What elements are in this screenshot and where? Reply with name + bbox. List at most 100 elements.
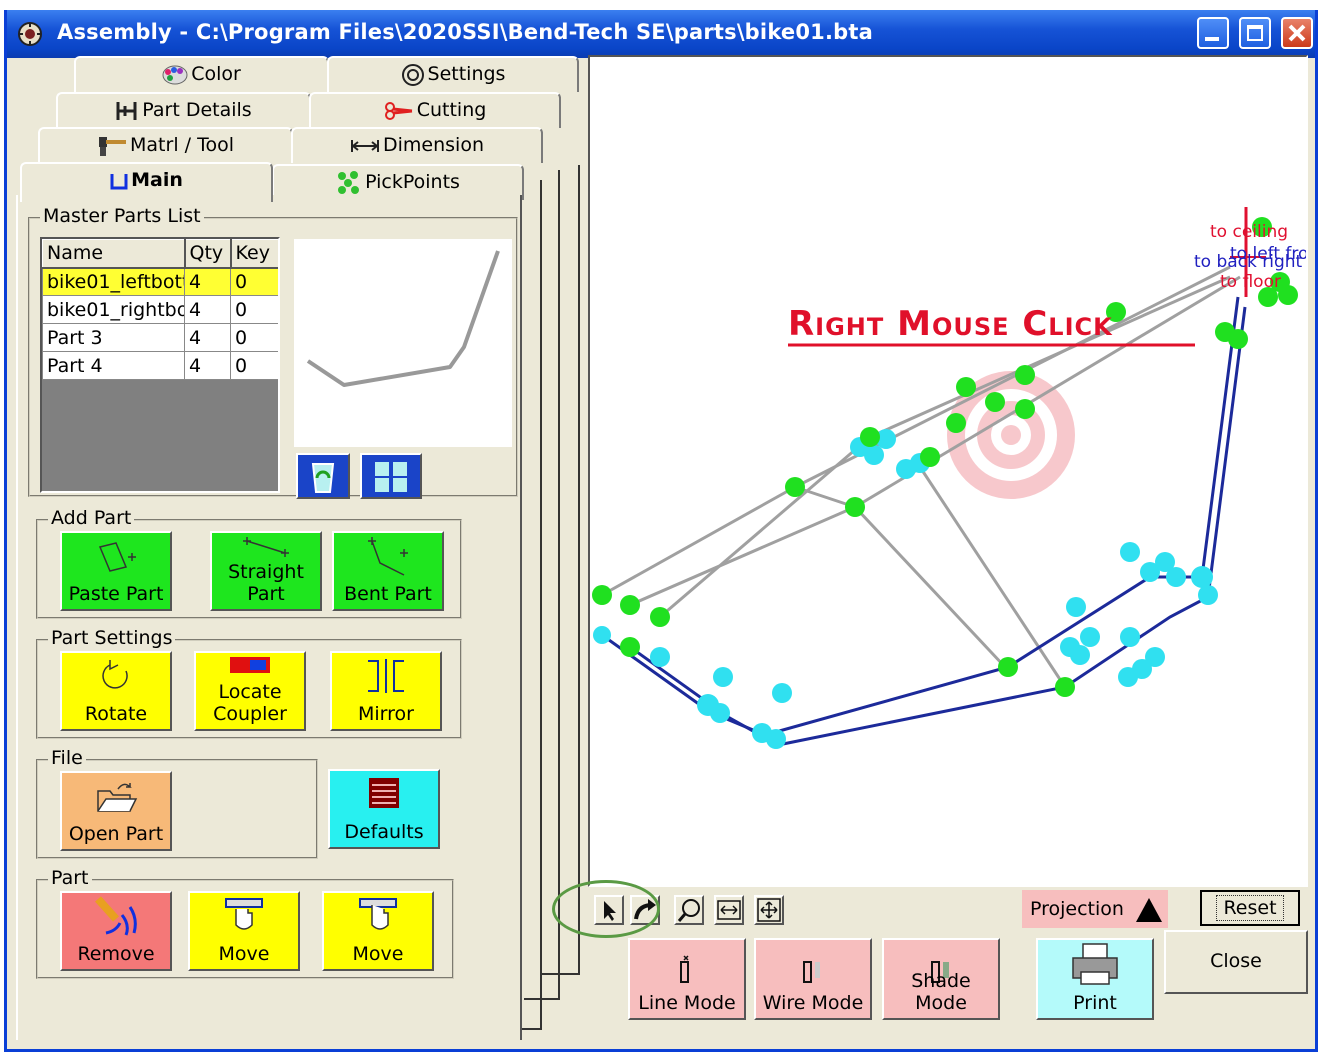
tab-matrl-tool-label: Matrl / Tool xyxy=(130,134,234,156)
shade-mode-button[interactable]: Shade Mode xyxy=(882,938,1000,1020)
tab-settings-label: Settings xyxy=(427,63,506,85)
fit-width-button[interactable] xyxy=(714,895,744,925)
close-label: Close xyxy=(1210,950,1262,972)
print-label: Print xyxy=(1073,992,1117,1014)
print-button[interactable]: Print xyxy=(1036,938,1154,1020)
part-qty-cell: 4 xyxy=(184,267,231,296)
recycle-bin-icon xyxy=(311,463,335,493)
paste-part-button[interactable]: Paste Part xyxy=(60,531,172,611)
coupler-icon xyxy=(230,657,270,673)
tab-part-details[interactable]: Part Details xyxy=(56,92,311,128)
wire-mode-label: Wire Mode xyxy=(762,992,864,1014)
tab-dimension-label: Dimension xyxy=(383,134,484,156)
part-preview xyxy=(294,239,512,447)
wire-mode-icon xyxy=(803,961,820,983)
printer-icon xyxy=(1072,943,1118,985)
reset-button[interactable]: Reset xyxy=(1200,890,1300,926)
tab-color[interactable]: Color xyxy=(74,56,329,92)
tab-main-label: Main xyxy=(131,169,183,191)
move-label-1: Move xyxy=(218,943,270,965)
part-key-cell: 0 xyxy=(230,295,278,324)
mirror-button[interactable]: Mirror xyxy=(330,651,442,731)
open-part-button[interactable]: Open Part xyxy=(60,771,172,851)
wire-mode-button[interactable]: Wire Mode xyxy=(754,938,872,1020)
locate-coupler-button[interactable]: Locate Coupler xyxy=(194,651,306,731)
defaults-list-icon xyxy=(369,778,399,808)
move-part-button-1[interactable]: Move xyxy=(188,891,300,971)
maximize-button[interactable] xyxy=(1239,17,1271,49)
locate-label: Locate xyxy=(218,681,282,703)
rotate-button[interactable]: Rotate xyxy=(60,651,172,731)
move-label-2: Move xyxy=(352,943,404,965)
mirror-label: Mirror xyxy=(358,703,414,725)
tab-part-details-label: Part Details xyxy=(142,99,252,121)
file-group: File Open Part xyxy=(36,747,318,859)
straight-part-icon xyxy=(243,537,289,557)
column-qty-header[interactable]: Qty xyxy=(184,239,232,269)
add-part-group: Add Part Paste Part Straight Part Bent P… xyxy=(36,507,462,619)
axis-back-right-label: to back right xyxy=(1194,252,1303,272)
part-qty-cell: 4 xyxy=(184,323,231,352)
part-preview-drawing xyxy=(306,250,500,387)
axis-floor-label: to floor xyxy=(1220,272,1281,292)
remove-part-button[interactable]: Remove xyxy=(60,891,172,971)
straight-part-button[interactable]: Straight Part xyxy=(210,531,322,611)
color-palette-icon xyxy=(162,65,188,84)
coupler-label: Coupler xyxy=(213,703,287,725)
copy-part-button[interactable] xyxy=(360,453,422,499)
close-button[interactable]: Close xyxy=(1164,930,1308,994)
tab-cutting[interactable]: Cutting xyxy=(309,92,561,128)
move-part-button-2[interactable]: Move xyxy=(322,891,434,971)
maximize-icon xyxy=(1247,25,1263,41)
part-settings-legend: Part Settings xyxy=(48,627,176,649)
open-part-label: Open Part xyxy=(68,823,164,845)
recycle-part-button[interactable] xyxy=(296,453,350,499)
column-key-header[interactable]: Key xyxy=(230,239,278,269)
projection-indicator[interactable]: Projection xyxy=(1022,890,1168,928)
parts-table: Name Qty Key bike01_leftbottc 4 0 bike01… xyxy=(42,239,278,380)
highlight-circle-annotation xyxy=(552,880,660,938)
tab-settings[interactable]: Settings xyxy=(327,56,579,92)
table-row[interactable]: Part 3 4 0 xyxy=(42,323,278,352)
title-bar[interactable]: Assembly - C:\Program Files\2020SSI\Bend… xyxy=(7,10,1315,58)
master-parts-list-group: Master Parts List Name Qty Key bike01_le… xyxy=(28,205,518,499)
close-icon xyxy=(1288,24,1306,42)
open-folder-icon xyxy=(97,783,138,812)
part-name-cell: bike01_leftbottc xyxy=(42,267,185,296)
minimize-icon xyxy=(1205,37,1219,41)
tab-pickpoints-label: PickPoints xyxy=(365,171,460,193)
column-name-header[interactable]: Name xyxy=(42,239,186,269)
part-key-cell: 0 xyxy=(230,351,278,380)
table-row[interactable]: Part 4 4 0 xyxy=(42,351,278,380)
pan-button[interactable] xyxy=(754,895,784,925)
assembly-3d-view[interactable]: Right Mouse Click to ceiling to left fro… xyxy=(590,57,1320,885)
tab-dimension[interactable]: Dimension xyxy=(291,127,543,163)
table-row[interactable]: bike01_rightbot 4 0 xyxy=(42,295,278,324)
line-mode-icon xyxy=(680,955,689,983)
hammer-icon xyxy=(99,136,127,156)
defaults-button[interactable]: Defaults xyxy=(328,769,440,849)
shade-mode-label: Shade Mode xyxy=(911,970,971,1014)
minimize-button[interactable] xyxy=(1197,17,1229,49)
parts-table-container: Name Qty Key bike01_leftbottc 4 0 bike01… xyxy=(40,237,280,493)
part-qty-cell: 4 xyxy=(184,351,231,380)
move-hand-icon xyxy=(225,898,263,930)
projection-label: Projection xyxy=(1030,898,1124,920)
right-mouse-click-annotation: Right Mouse Click xyxy=(788,304,1113,344)
line-mode-button[interactable]: Line Mode xyxy=(628,938,746,1020)
zoom-button[interactable] xyxy=(674,895,704,925)
tab-matrl-tool[interactable]: Matrl / Tool xyxy=(38,127,293,163)
bent-part-label: Bent Part xyxy=(344,583,432,605)
line-mode-label: Line Mode xyxy=(638,992,736,1014)
part-key-cell: 0 xyxy=(230,267,278,296)
master-parts-list-legend: Master Parts List xyxy=(40,205,204,227)
rotate-label: Rotate xyxy=(84,703,148,725)
close-window-button[interactable] xyxy=(1281,17,1313,49)
bent-part-button[interactable]: Bent Part xyxy=(332,531,444,611)
table-row[interactable]: bike01_leftbottc 4 0 xyxy=(42,267,278,296)
window-title: Assembly - C:\Program Files\2020SSI\Bend… xyxy=(57,20,874,44)
part-qty-cell: 4 xyxy=(184,295,231,324)
main-tab-icon xyxy=(110,173,128,189)
assembly-viewport[interactable]: Right Mouse Click to ceiling to left fro… xyxy=(588,55,1320,887)
tab-main[interactable]: Main xyxy=(20,162,273,202)
